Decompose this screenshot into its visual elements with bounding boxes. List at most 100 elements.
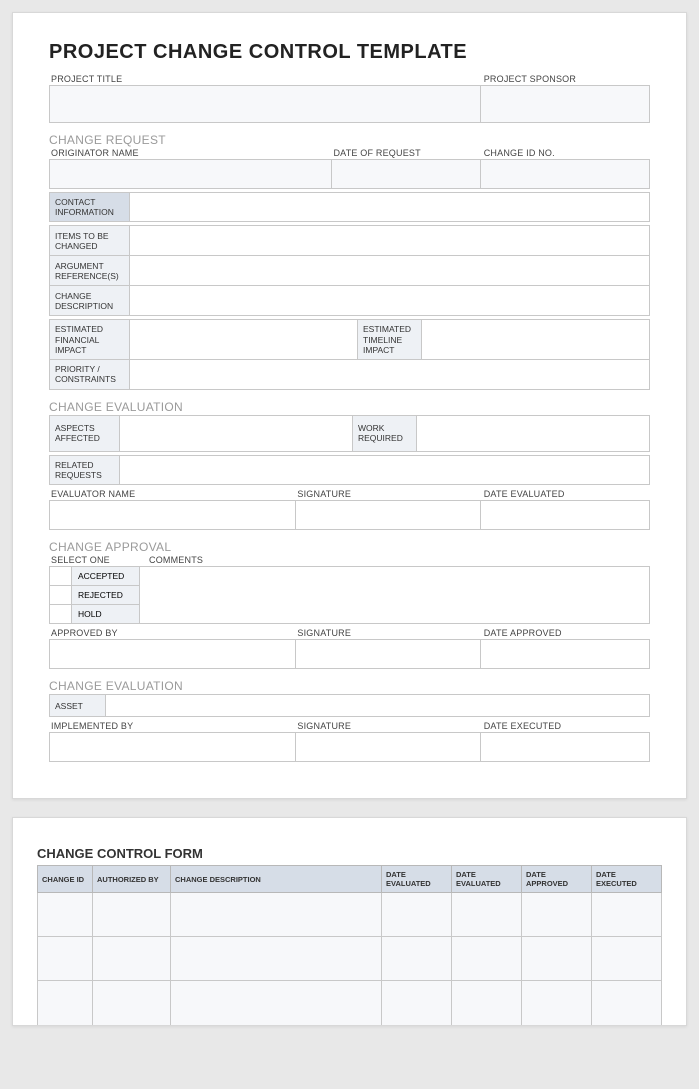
asset-field[interactable] <box>106 695 650 717</box>
desc-label: CHANGE DESCRIPTION <box>50 286 130 316</box>
argument-label: ARGUMENT REFERENCE(S) <box>50 256 130 286</box>
form2-grid: CHANGE ID AUTHORIZED BY CHANGE DESCRIPTI… <box>37 865 662 1025</box>
col-dappr: DATE APPROVED <box>522 866 592 893</box>
cell[interactable] <box>382 937 452 981</box>
hold-checkbox[interactable] <box>50 605 72 624</box>
comments-label: COMMENTS <box>147 555 650 566</box>
fin-field[interactable] <box>130 320 358 360</box>
cell[interactable] <box>382 893 452 937</box>
approval-signature-field[interactable] <box>296 640 482 668</box>
evaluator-field[interactable] <box>50 501 296 529</box>
priority-label: PRIORITY / CONSTRAINTS <box>50 359 130 389</box>
approval-date-label: DATE APPROVED <box>482 628 650 639</box>
approval-sig-labels: APPROVED BY SIGNATURE DATE APPROVED <box>49 628 650 639</box>
implby-field[interactable] <box>50 733 296 761</box>
col-dexec: DATE EXECUTED <box>592 866 662 893</box>
request-labels: ORIGINATOR NAME DATE OF REQUEST CHANGE I… <box>49 148 650 159</box>
project-title-label: PROJECT TITLE <box>49 74 482 85</box>
title-sponsor-row <box>49 85 650 123</box>
changeid-label: CHANGE ID NO. <box>482 148 650 159</box>
col-deval2: DATE EVALUATED <box>452 866 522 893</box>
cell[interactable] <box>93 981 171 1025</box>
desc-field[interactable] <box>130 286 650 316</box>
rejected-label: REJECTED <box>72 586 140 605</box>
impl-table: ASSET <box>49 694 650 717</box>
col-auth: AUTHORIZED BY <box>93 866 171 893</box>
table-row <box>38 937 662 981</box>
items-label: ITEMS TO BE CHANGED <box>50 226 130 256</box>
cell[interactable] <box>452 981 522 1025</box>
cell[interactable] <box>38 981 93 1025</box>
approval-date-field[interactable] <box>481 640 649 668</box>
request-table-2: ITEMS TO BE CHANGED ARGUMENT REFERENCE(S… <box>49 225 650 316</box>
cell[interactable] <box>171 893 382 937</box>
cell[interactable] <box>522 893 592 937</box>
work-field[interactable] <box>417 415 650 451</box>
table-row <box>38 893 662 937</box>
eval-signature-field[interactable] <box>296 501 482 529</box>
cell[interactable] <box>452 893 522 937</box>
impl-date-label: DATE EXECUTED <box>482 721 650 732</box>
items-field[interactable] <box>130 226 650 256</box>
accepted-checkbox[interactable] <box>50 567 72 586</box>
related-label: RELATED REQUESTS <box>50 455 120 484</box>
request-table: CONTACT INFORMATION <box>49 192 650 222</box>
cell[interactable] <box>171 937 382 981</box>
timeline-label: ESTIMATED TIMELINE IMPACT <box>358 320 422 360</box>
fin-label: ESTIMATED FINANCIAL IMPACT <box>50 320 130 360</box>
approval-sig-row <box>49 639 650 669</box>
cell[interactable] <box>592 937 662 981</box>
rejected-checkbox[interactable] <box>50 586 72 605</box>
eval-sig-labels: EVALUATOR NAME SIGNATURE DATE EVALUATED <box>49 489 650 500</box>
originator-label: ORIGINATOR NAME <box>49 148 331 159</box>
comments-field[interactable] <box>140 567 650 624</box>
date-request-label: DATE OF REQUEST <box>331 148 481 159</box>
approval-table: ACCEPTED REJECTED HOLD <box>49 566 650 624</box>
eval-table: ASPECTS AFFECTED WORK REQUIRED <box>49 415 650 452</box>
hold-label: HOLD <box>72 605 140 624</box>
impl-date-field[interactable] <box>481 733 649 761</box>
cell[interactable] <box>592 981 662 1025</box>
impl-sig-row <box>49 732 650 762</box>
cell[interactable] <box>38 937 93 981</box>
table-row <box>38 981 662 1025</box>
priority-field[interactable] <box>130 359 650 389</box>
eval-date-field[interactable] <box>481 501 649 529</box>
timeline-field[interactable] <box>422 320 650 360</box>
cell[interactable] <box>171 981 382 1025</box>
cell[interactable] <box>38 893 93 937</box>
template-page-1: PROJECT CHANGE CONTROL TEMPLATE PROJECT … <box>12 12 687 799</box>
doc-title: PROJECT CHANGE CONTROL TEMPLATE <box>49 41 650 64</box>
aspects-field[interactable] <box>120 415 353 451</box>
contact-label: CONTACT INFORMATION <box>50 193 130 222</box>
cell[interactable] <box>382 981 452 1025</box>
cell[interactable] <box>522 937 592 981</box>
contact-field[interactable] <box>130 193 650 222</box>
approvedby-field[interactable] <box>50 640 296 668</box>
related-field[interactable] <box>120 455 650 484</box>
change-request-header: CHANGE REQUEST <box>49 133 650 147</box>
col-desc: CHANGE DESCRIPTION <box>171 866 382 893</box>
cell[interactable] <box>93 893 171 937</box>
cell[interactable] <box>592 893 662 937</box>
eval-date-label: DATE EVALUATED <box>482 489 650 500</box>
impl-signature-field[interactable] <box>296 733 482 761</box>
project-title-field[interactable] <box>50 86 481 122</box>
approvedby-label: APPROVED BY <box>49 628 295 639</box>
argument-field[interactable] <box>130 256 650 286</box>
changeid-field[interactable] <box>481 160 649 188</box>
request-table-3: ESTIMATED FINANCIAL IMPACT ESTIMATED TIM… <box>49 319 650 390</box>
cell[interactable] <box>452 937 522 981</box>
select-one-label: SELECT ONE <box>49 555 147 566</box>
date-request-field[interactable] <box>332 160 482 188</box>
change-eval-header: CHANGE EVALUATION <box>49 400 650 414</box>
eval-table-2: RELATED REQUESTS <box>49 455 650 485</box>
project-sponsor-field[interactable] <box>481 86 649 122</box>
cell[interactable] <box>93 937 171 981</box>
impl-sig-labels: IMPLEMENTED BY SIGNATURE DATE EXECUTED <box>49 721 650 732</box>
impl-signature-label: SIGNATURE <box>295 721 481 732</box>
originator-field[interactable] <box>50 160 332 188</box>
cell[interactable] <box>522 981 592 1025</box>
change-approval-header: CHANGE APPROVAL <box>49 540 650 554</box>
col-deval1: DATE EVALUATED <box>382 866 452 893</box>
